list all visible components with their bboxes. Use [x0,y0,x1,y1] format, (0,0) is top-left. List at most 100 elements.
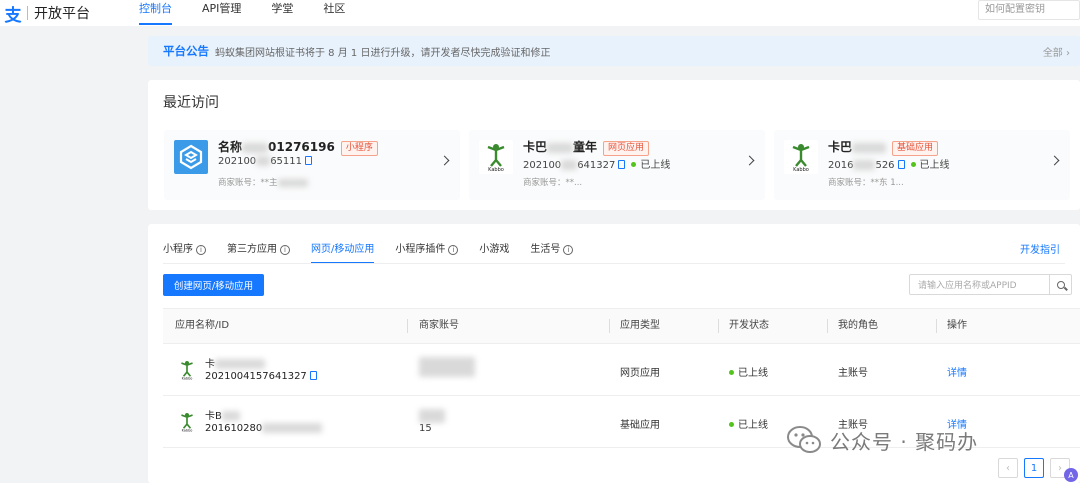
app-search: 请输入应用名称或APPID [909,274,1072,295]
online-status-dot [729,370,734,375]
pagination: ‹ 1 › [992,458,1070,478]
recent-item[interactable]: Kabbo 卡巴 基础应用 2016 526 已上线 商家账号：**东 1... [774,130,1070,200]
online-status-dot [631,162,637,167]
announcement-title: 平台公告 [163,44,209,58]
wechat-icon [786,425,822,455]
svg-text:Kabbo: Kabbo [182,377,193,381]
copy-icon[interactable] [897,160,905,169]
announcement-all-link[interactable]: 全部 › [1043,44,1070,59]
table-header: 应用名称/ID 商家账号 应用类型 开发状态 我的角色 操作 [163,308,1080,344]
chevron-right-icon[interactable] [1049,155,1060,166]
main-nav: 控制台 API管理 学堂 社区 [124,0,360,26]
app-search-input[interactable]: 请输入应用名称或APPID [910,278,1049,291]
app-id: 201610280 [205,423,323,434]
kabbo-logo-icon: Kabbo [177,411,197,433]
app-type: 网页应用 [620,368,660,379]
copy-icon[interactable] [618,160,626,169]
top-search-input[interactable]: 如何配置密钥 [978,0,1080,20]
chevron-right-icon[interactable] [744,155,755,166]
recent-item-id: 2016 526 已上线 [828,160,950,171]
search-button[interactable] [1049,275,1071,294]
column-divider [407,319,408,333]
kabbo-logo-icon: Kabbo [177,359,197,381]
column-divider [718,319,719,333]
recent-visits-title: 最近访问 [163,95,219,111]
watermark-text: 公众号 · 聚码办 [830,429,979,454]
app-type-tag: 小程序 [340,141,378,156]
tab-mini-program-plugin[interactable]: 小程序插件 i [395,236,459,263]
app-type: 基础应用 [620,420,660,431]
recent-item-name: 卡巴 基础应用 [828,138,939,156]
copy-icon[interactable] [309,371,317,380]
recent-item-id: 202100 641327 已上线 [523,160,671,171]
recent-item[interactable]: Kabbo 卡巴 童年 网页应用 202100 641327 已上线 商家账号：**..… [469,130,765,200]
page-1-button[interactable]: 1 [1024,458,1044,478]
chevron-right-icon[interactable] [439,155,450,166]
nav-academy[interactable]: 学堂 [256,0,308,26]
info-icon: i [448,244,459,255]
app-id: 2021004157641327 [205,371,317,382]
tab-mini-program[interactable]: 小程序 i [163,236,206,263]
table-row: Kabbo 卡 2021004157641327 网页应用 已上线 主账号 详情 [163,344,1080,396]
recent-item[interactable]: 名称 01276196 小程序 202100 65111 商家账号：**主 [164,130,460,200]
col-app-name: 应用名称/ID [175,320,230,331]
kabbo-logo-icon: Kabbo [479,140,513,174]
logo-divider [27,6,28,20]
tab-life-account[interactable]: 生活号 i [530,236,574,263]
svg-text:Kabbo: Kabbo [182,429,193,433]
announcement-text[interactable]: 蚂蚁集团网站根证书将于 8 月 1 日进行升级，请开发者尽快完成验证和修正 [215,44,550,59]
recent-item-name: 卡巴 童年 网页应用 [523,138,650,156]
recent-visits-card: 最近访问 名称 01276196 小程序 202100 65111 商家账号：**主 … [148,80,1080,210]
tab-mini-game[interactable]: 小游戏 [479,236,509,263]
info-icon: i [280,244,290,255]
tab-third-party-app[interactable]: 第三方应用 i [227,236,290,263]
copy-icon[interactable] [305,156,312,165]
app-type-tabs: 小程序 i 第三方应用 i 网页/移动应用 小程序插件 i 小游戏 生活号 i [163,236,594,264]
logo[interactable]: 支 开放平台 [2,2,91,26]
dev-status: 已上线 [729,364,768,379]
recent-item-id: 202100 65111 [218,156,312,167]
kabbo-logo-icon: Kabbo [784,140,818,174]
app-name: 卡B [205,407,240,422]
create-app-button[interactable]: 创建网页/移动应用 [163,274,264,296]
svg-text:Kabbo: Kabbo [793,167,809,172]
online-status-dot [729,422,734,427]
announcement-bar: 平台公告 蚂蚁集团网站根证书将于 8 月 1 日进行升级，请开发者尽快完成验证和… [148,36,1080,66]
col-dev-status: 开发状态 [729,320,769,331]
merchant-account [419,357,475,377]
search-icon [1056,280,1065,289]
logo-text: 开放平台 [34,6,90,22]
nav-console[interactable]: 控制台 [124,0,187,26]
dev-status: 已上线 [729,416,768,431]
avatar[interactable]: A [1064,468,1078,482]
recent-item-status: 已上线 [919,160,950,171]
app-name: 卡 [205,355,265,370]
nav-api-management[interactable]: API管理 [187,0,256,26]
alipay-logo-icon: 支 [4,5,22,26]
col-my-role: 我的角色 [838,320,878,331]
details-link[interactable]: 详情 [947,364,967,379]
col-app-type: 应用类型 [620,320,660,331]
tab-web-mobile-app[interactable]: 网页/移动应用 [311,236,375,264]
wechat-watermark: 公众号 · 聚码办 [786,425,978,455]
top-navbar: 支 开放平台 控制台 API管理 学堂 社区 如何配置密钥 [0,0,1080,26]
col-merchant: 商家账号 [419,320,459,331]
recent-item-status: 已上线 [640,160,671,171]
svg-text:Kabbo: Kabbo [488,167,504,172]
recent-item-name: 名称 01276196 小程序 [218,138,378,156]
column-divider [936,319,937,333]
col-action: 操作 [947,320,967,331]
app-type-tag: 网页应用 [603,141,650,156]
app-type-tag: 基础应用 [892,141,939,156]
prev-page-button[interactable]: ‹ [998,458,1018,478]
recent-item-merchant: 商家账号：**... [523,178,583,188]
dev-guide-link[interactable]: 开发指引 [1020,241,1060,256]
column-divider [609,319,610,333]
my-role: 主账号 [838,368,868,379]
info-icon: i [196,244,206,255]
blue-cube-icon [174,140,208,174]
nav-community[interactable]: 社区 [308,0,360,26]
tabs-divider [163,263,1065,264]
recent-item-merchant: 商家账号：**主 [218,176,308,188]
info-icon: i [563,244,574,255]
